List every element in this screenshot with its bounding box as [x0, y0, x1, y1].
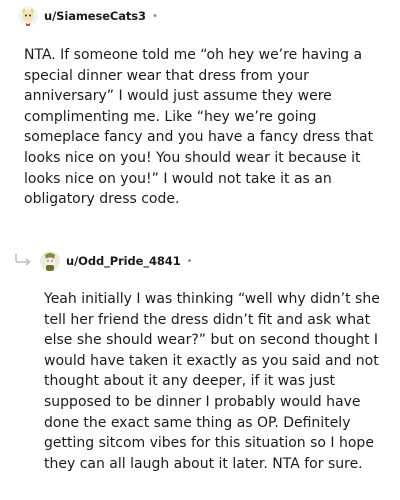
comment-body: NTA. If someone told me “oh hey we’re ha…: [24, 47, 374, 208]
comment-header: u/Odd_Pride_4841 •: [40, 251, 193, 271]
snoo-avatar-icon[interactable]: [40, 251, 60, 271]
username-link[interactable]: u/SiameseCats3: [44, 9, 146, 23]
separator-dot: •: [186, 255, 193, 267]
comment-body: Yeah initially I was thinking “well why …: [44, 291, 380, 472]
comment-header: u/SiameseCats3 •: [18, 6, 158, 26]
separator-dot: •: [151, 10, 158, 22]
siamese-cat-avatar-icon[interactable]: [18, 6, 38, 26]
username-link[interactable]: u/Odd_Pride_4841: [66, 254, 181, 268]
reply-arrow-icon: [15, 254, 31, 266]
